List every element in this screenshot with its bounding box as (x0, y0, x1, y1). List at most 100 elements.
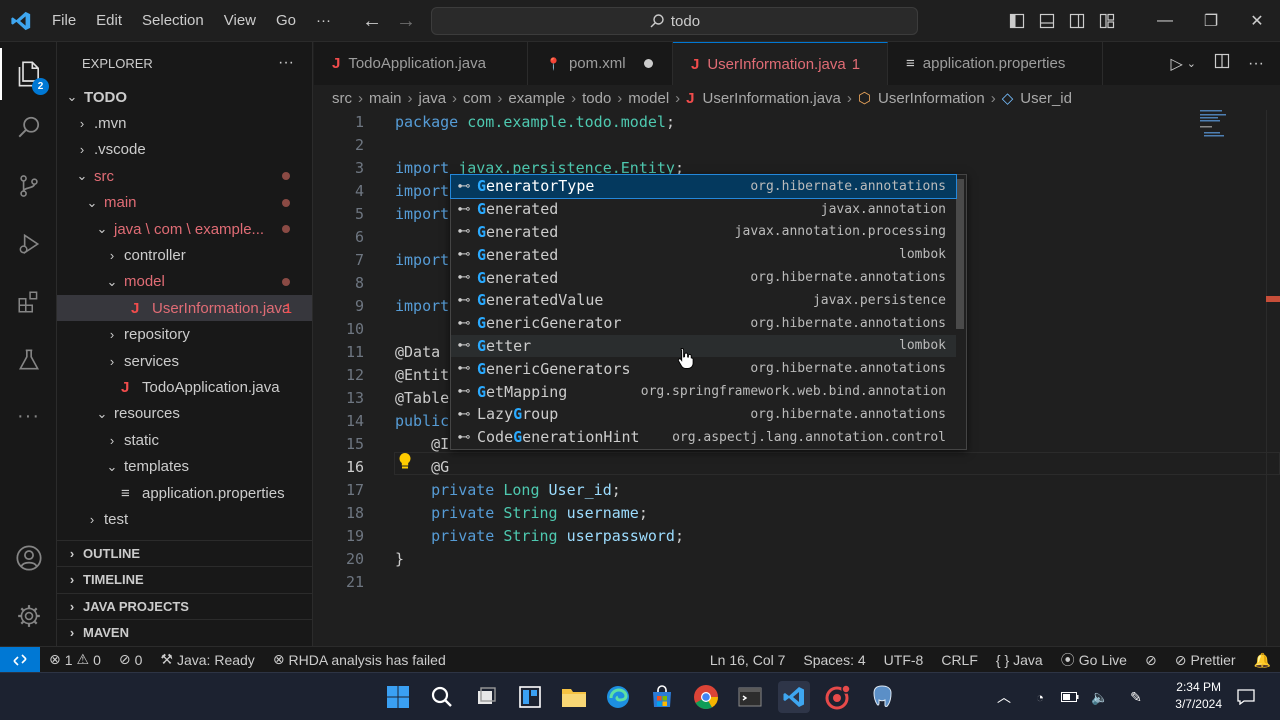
tree-item[interactable]: › static (57, 427, 312, 453)
explorer-icon[interactable]: 2 (0, 48, 57, 100)
tree-item[interactable]: ⌄ TODO (57, 84, 312, 110)
file-explorer-icon[interactable] (558, 681, 590, 713)
run-icon[interactable]: ▷ (1170, 54, 1182, 74)
tree-item[interactable]: J TodoApplication.java (57, 374, 312, 400)
suggestion-item[interactable]: ⊷ Generated org.hibernate.annotations (451, 266, 956, 289)
section-outline[interactable]: › OUTLINE (57, 540, 312, 566)
windows-start-icon[interactable] (382, 681, 414, 713)
close-window-icon[interactable]: ✕ (1234, 0, 1280, 42)
prettier-status[interactable]: ⊘ Prettier (1166, 652, 1245, 669)
volume-icon[interactable]: 🔈 (1088, 681, 1112, 713)
more-views-icon[interactable]: ··· (0, 390, 57, 442)
breadcrumb-item[interactable]: java (419, 90, 447, 107)
tree-item[interactable]: ⌄ resources (57, 401, 312, 427)
problems-status[interactable]: ⊗ 1 ⚠ 0 (40, 651, 110, 668)
explorer-more-actions[interactable]: ··· (278, 54, 294, 72)
tree-item[interactable]: › services (57, 348, 312, 374)
suggestion-item[interactable]: ⊷ GeneratedValue javax.persistence (451, 289, 956, 312)
language-mode[interactable]: { } Java (987, 652, 1052, 668)
suggestion-item[interactable]: ⊷ LazyGroup org.hibernate.annotations (451, 403, 956, 426)
terminal-icon[interactable] (734, 681, 766, 713)
forward-arrow-icon[interactable]: → (396, 10, 416, 33)
ports-status[interactable]: ⊘ 0 (110, 651, 152, 668)
suggestion-item[interactable]: ⊷ Getter lombok (451, 334, 956, 358)
tree-item[interactable]: ⌄ templates (57, 454, 312, 480)
toggle-panel-icon[interactable] (1032, 0, 1062, 42)
tree-item[interactable]: › test (57, 506, 312, 532)
taskbar-clock[interactable]: 2:34 PM 3/7/2024 (1175, 679, 1222, 713)
tab-pom-xml[interactable]: 📍 pom.xml (528, 42, 673, 85)
menu-file[interactable]: File (42, 0, 86, 42)
copilot-icon[interactable]: ⊘ (1136, 652, 1166, 669)
lightbulb-icon[interactable] (397, 452, 413, 470)
suggestion-item[interactable]: ⊷ GenericGenerator org.hibernate.annotatio… (451, 312, 956, 335)
tree-item[interactable]: › controller (57, 242, 312, 268)
encoding[interactable]: UTF-8 (875, 652, 933, 668)
microsoft-store-icon[interactable] (646, 681, 678, 713)
menu-edit[interactable]: Edit (86, 0, 132, 42)
recording-app-icon[interactable] (822, 681, 854, 713)
extensions-icon[interactable] (0, 276, 57, 328)
minimize-icon[interactable]: — (1142, 0, 1188, 42)
tree-item[interactable]: ⌄ src (57, 163, 312, 189)
breadcrumb-item[interactable]: todo (582, 90, 611, 107)
task-view-icon[interactable] (470, 681, 502, 713)
tree-item[interactable]: J UserInformation.java 1 (57, 295, 312, 322)
edge-browser-icon[interactable] (602, 681, 634, 713)
wifi-icon[interactable]: ◔ (1028, 681, 1052, 713)
tree-item[interactable]: ⌄ main (57, 190, 312, 216)
suggestion-item[interactable]: ⊷ GenericGenerators org.hibernate.annotati… (451, 357, 956, 380)
menu-more[interactable]: ··· (306, 0, 341, 42)
search-view-icon[interactable] (0, 102, 57, 154)
battery-icon[interactable] (1058, 681, 1082, 713)
breadcrumb-item[interactable]: User_id (1020, 90, 1072, 107)
minimap[interactable] (1200, 110, 1230, 140)
menu-selection[interactable]: Selection (132, 0, 214, 42)
suggestion-item[interactable]: ⊷ Generated javax.annotation (451, 198, 956, 221)
breadcrumb-item[interactable]: com (463, 90, 491, 107)
command-center-search[interactable]: todo (431, 7, 918, 35)
suggestion-item[interactable]: ⊷ GeneratorType org.hibernate.annotations (450, 174, 957, 199)
notification-center-icon[interactable] (1234, 681, 1258, 713)
pen-menu-icon[interactable]: ✎ (1124, 681, 1148, 713)
tree-item[interactable]: ⌄ model (57, 269, 312, 295)
remote-indicator[interactable] (0, 646, 40, 673)
toggle-secondary-sidebar-icon[interactable] (1062, 0, 1092, 42)
tree-item[interactable]: ≡ application.properties (57, 480, 312, 506)
suggestion-item[interactable]: ⊷ Generated javax.annotation.processing (451, 221, 956, 244)
notifications-bell-icon[interactable]: 🔔 (1245, 652, 1280, 669)
tab-application-properties[interactable]: ≡ application.properties (888, 42, 1103, 85)
tree-item[interactable]: › repository (57, 322, 312, 348)
go-live-button[interactable]: ⦿ Go Live (1052, 650, 1136, 670)
accounts-icon[interactable] (0, 532, 57, 584)
split-editor-icon[interactable] (1214, 53, 1230, 74)
breadcrumb-item[interactable]: example (508, 90, 565, 107)
editor-scrollbar[interactable] (1266, 110, 1280, 646)
unsaved-dot-icon[interactable] (643, 59, 653, 68)
restore-icon[interactable]: ❐ (1188, 0, 1234, 42)
tree-item[interactable]: ⌄ java \ com \ example... (57, 216, 312, 242)
suggestion-item[interactable]: ⊷ CodeGenerationHint org.aspectj.lang.anno… (451, 426, 956, 449)
source-control-icon[interactable] (0, 160, 57, 212)
section-timeline[interactable]: › TIMELINE (57, 566, 312, 592)
indentation[interactable]: Spaces: 4 (794, 652, 874, 668)
more-editor-actions-icon[interactable]: ··· (1248, 55, 1264, 73)
postgres-icon[interactable] (866, 681, 898, 713)
vscode-taskbar-icon[interactable] (778, 681, 810, 713)
breadcrumb-item[interactable]: src (332, 90, 352, 107)
testing-flask-icon[interactable] (0, 334, 57, 386)
section-maven[interactable]: › MAVEN (57, 619, 312, 645)
suggestion-item[interactable]: ⊷ Generated lombok (451, 243, 956, 266)
back-arrow-icon[interactable]: ← (362, 10, 382, 33)
tree-item[interactable]: › .mvn (57, 110, 312, 136)
widgets-icon[interactable] (514, 681, 546, 713)
tab-userinformation-java[interactable]: J UserInformation.java 1 (673, 42, 888, 85)
taskbar-search-icon[interactable] (426, 681, 458, 713)
chrome-icon[interactable] (690, 681, 722, 713)
cursor-position[interactable]: Ln 16, Col 7 (701, 652, 795, 668)
show-hidden-icons-chevron[interactable]: ︿ (992, 681, 1016, 713)
rhda-status[interactable]: ⊗ RHDA analysis has failed (264, 651, 455, 668)
settings-gear-icon[interactable] (0, 590, 57, 642)
end-of-line[interactable]: CRLF (932, 652, 987, 668)
run-debug-icon[interactable] (0, 218, 57, 270)
